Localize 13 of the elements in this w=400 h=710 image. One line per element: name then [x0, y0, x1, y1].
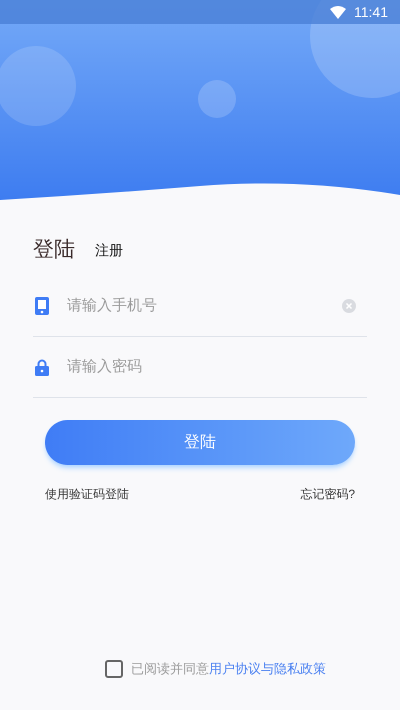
password-field[interactable]: 请输入密码	[67, 356, 367, 378]
agreement-checkbox[interactable]	[105, 660, 123, 678]
forgot-password-link[interactable]: 忘记密码?	[300, 485, 355, 503]
agreement-text: 已阅读并同意	[131, 660, 209, 678]
wifi-icon	[330, 6, 346, 18]
status-time: 11:41	[354, 2, 388, 22]
tab[interactable]: 登陆	[33, 239, 75, 260]
phone-field[interactable]: 请输入手机号	[67, 294, 342, 318]
phone-icon	[35, 297, 49, 315]
agreement-link[interactable]: 用户协议与隐私政策	[209, 659, 326, 678]
lock-icon	[35, 358, 49, 376]
sms-login-link[interactable]: 使用验证码登陆	[45, 485, 129, 503]
tab[interactable]: 注册	[95, 243, 123, 260]
